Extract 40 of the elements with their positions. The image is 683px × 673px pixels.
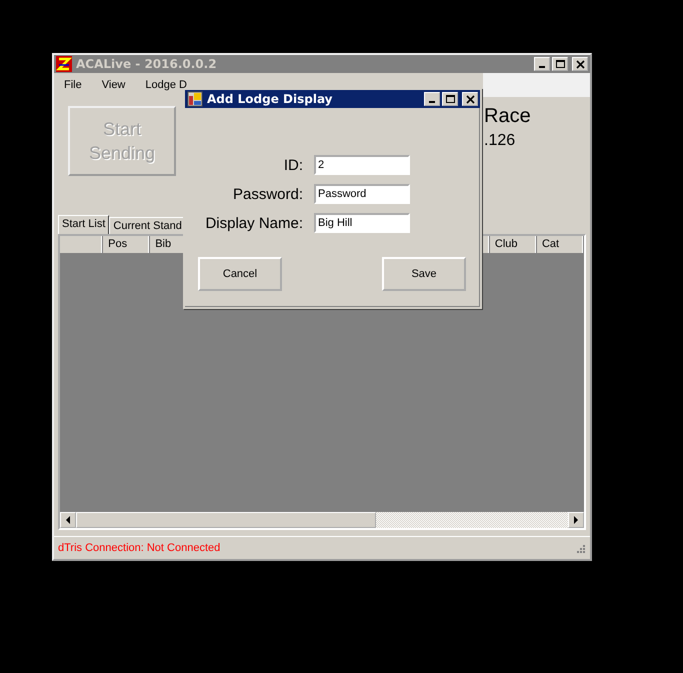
close-button[interactable] — [572, 57, 588, 71]
maximize-button[interactable] — [552, 57, 568, 71]
cancel-button[interactable]: Cancel — [198, 257, 282, 291]
field-label: Display Name: — [204, 214, 303, 232]
race-subtitle: .126 — [484, 132, 516, 150]
window-title: ACALive - 2016.0.0.2 — [76, 57, 218, 71]
close-icon — [466, 94, 474, 104]
input-field[interactable]: Password — [314, 184, 410, 204]
connection-status: dTris Connection: Not Connected — [58, 542, 222, 554]
scroll-thumb[interactable] — [76, 512, 376, 528]
minimize-button[interactable] — [424, 92, 440, 106]
form-icon — [187, 91, 203, 107]
field-label: Password: — [232, 186, 303, 202]
menu-item[interactable]: Lodge D — [135, 79, 197, 91]
close-button[interactable] — [462, 92, 478, 106]
dialog-title: Add Lodge Display — [207, 92, 334, 106]
minimize-icon — [539, 66, 545, 68]
save-button[interactable]: Save — [382, 257, 466, 291]
input-field[interactable]: 2 — [314, 155, 410, 175]
maximize-button[interactable] — [442, 92, 458, 106]
app-icon — [56, 56, 72, 72]
tab[interactable]: Start List — [58, 215, 110, 234]
maximize-icon — [556, 60, 564, 68]
column-header[interactable]: Club — [490, 236, 537, 253]
column-header[interactable]: Cat — [536, 236, 584, 253]
menu-item[interactable]: File — [54, 79, 92, 91]
column-header[interactable]: Pos — [103, 236, 150, 253]
scroll-left-icon[interactable] — [60, 512, 76, 528]
tab[interactable]: Current Stand — [109, 217, 186, 234]
input-field[interactable]: Big Hill — [314, 213, 410, 233]
close-icon — [576, 60, 584, 68]
maximize-icon — [446, 94, 454, 104]
resize-grip-icon[interactable] — [574, 542, 586, 554]
race-title: Race — [484, 105, 531, 128]
minimize-button[interactable] — [534, 57, 550, 71]
scroll-right-icon[interactable] — [568, 512, 584, 528]
horizontal-scrollbar[interactable] — [60, 512, 584, 528]
menu-item[interactable]: View — [92, 79, 136, 91]
field-label: ID: — [282, 156, 303, 174]
minimize-icon — [429, 100, 435, 102]
